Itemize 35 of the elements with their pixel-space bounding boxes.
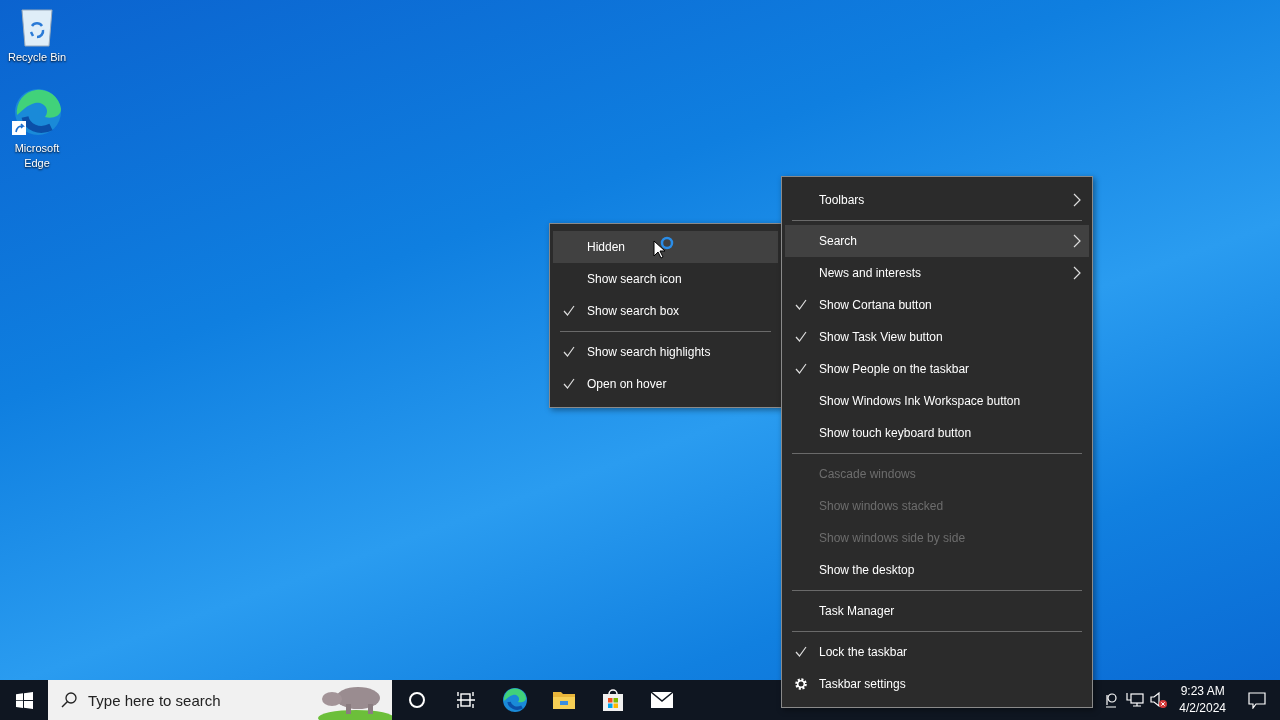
menu-item[interactable]: Task Manager <box>785 595 1089 627</box>
menu-item[interactable]: Show search icon <box>553 263 778 295</box>
menu-item[interactable]: Hidden <box>553 231 778 263</box>
windows-logo-icon <box>15 691 33 709</box>
menu-item[interactable]: Show the desktop <box>785 554 1089 586</box>
recycle-bin-icon <box>19 6 55 48</box>
busy-ring-icon <box>660 236 674 250</box>
menu-item[interactable]: Show Task View button <box>785 321 1089 353</box>
notification-icon[interactable] <box>1248 691 1266 709</box>
menu-item[interactable]: Show People on the taskbar <box>785 353 1089 385</box>
menu-item[interactable]: Open on hover <box>553 368 778 400</box>
menu-item[interactable]: Show search box <box>553 295 778 327</box>
menu-item[interactable]: Taskbar settings <box>785 668 1089 700</box>
network-icon[interactable] <box>1126 692 1145 708</box>
folder-icon[interactable] <box>551 690 576 710</box>
cortana-circle-icon[interactable] <box>407 691 426 709</box>
search-icon <box>61 692 77 708</box>
menu-item[interactable]: Show Cortana button <box>785 289 1089 321</box>
menu-item[interactable]: Show Windows Ink Workspace button <box>785 385 1089 417</box>
menu-item[interactable]: Search <box>785 225 1089 257</box>
task-view-icon[interactable] <box>455 691 476 709</box>
edge-icon[interactable] <box>501 687 528 713</box>
desktop-icon-label[interactable]: Microsoft Edge <box>2 141 72 171</box>
menu-item[interactable]: Show touch keyboard button <box>785 417 1089 449</box>
mouse-pointer-icon <box>653 240 665 259</box>
menu-item[interactable]: Toolbars <box>785 184 1089 216</box>
settings-icon <box>794 677 808 691</box>
menu-item[interactable]: Show search highlights <box>553 336 778 368</box>
volume-muted-icon[interactable] <box>1149 691 1170 709</box>
shopping-bag-icon[interactable] <box>601 688 624 712</box>
menu-item[interactable]: Lock the taskbar <box>785 636 1089 668</box>
menu-item[interactable]: News and interests <box>785 257 1089 289</box>
clock[interactable]: 9:23 AM 4/2/2024 <box>1171 683 1234 717</box>
mail-icon[interactable] <box>649 691 674 709</box>
desktop-icon-label[interactable]: Recycle Bin <box>2 50 72 65</box>
